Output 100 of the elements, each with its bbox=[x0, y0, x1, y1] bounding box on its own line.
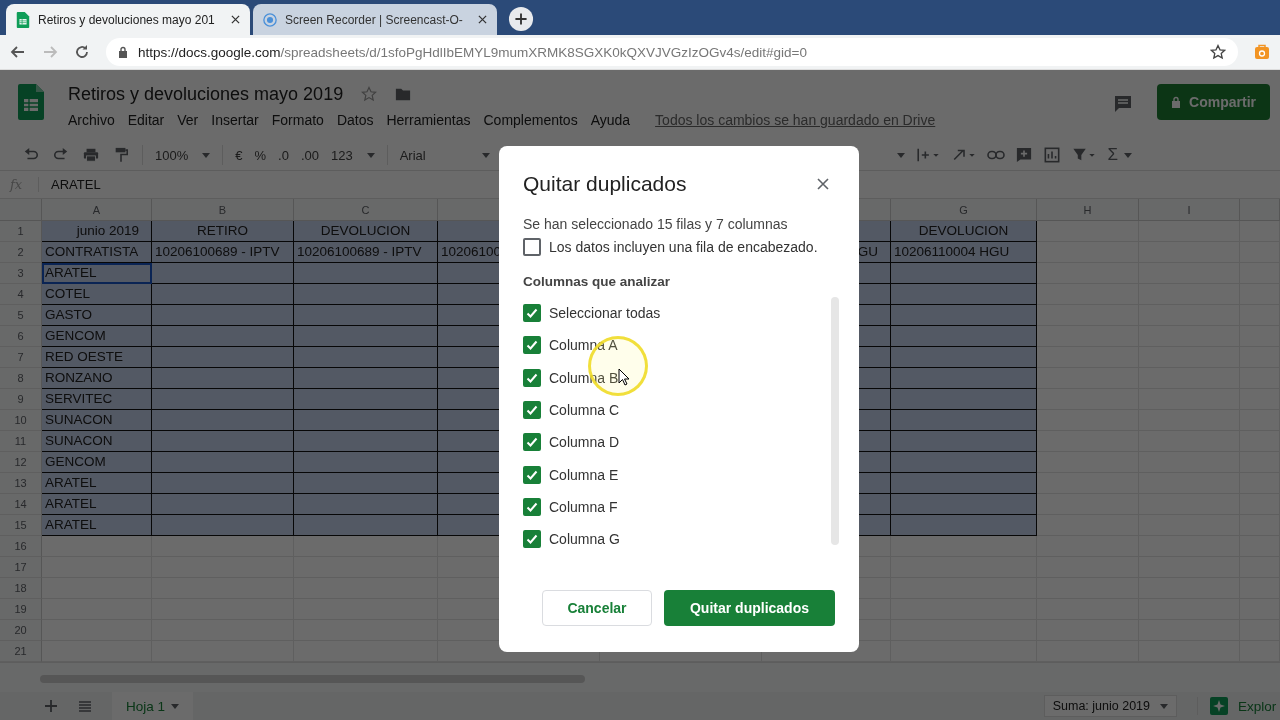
row-header[interactable]: 3 bbox=[0, 263, 42, 285]
extension-icon[interactable] bbox=[1254, 44, 1270, 60]
spreadsheet-logo[interactable] bbox=[18, 84, 44, 120]
scrollbar[interactable] bbox=[831, 297, 839, 545]
checkbox-label[interactable]: Columna C bbox=[549, 402, 620, 419]
table-cell: DEVOLUCION bbox=[891, 221, 1037, 243]
menu-item[interactable]: Insertar bbox=[211, 110, 263, 130]
checkbox-label[interactable]: Seleccionar todas bbox=[549, 305, 661, 322]
row-header[interactable]: 15 bbox=[0, 515, 42, 537]
checkbox-label[interactable]: Columna E bbox=[549, 466, 619, 483]
row-header[interactable]: 13 bbox=[0, 473, 42, 495]
row-header[interactable]: 8 bbox=[0, 368, 42, 390]
row-header[interactable]: 10 bbox=[0, 410, 42, 432]
sum-dropdown[interactable]: Suma: junio 2019 bbox=[1043, 695, 1177, 717]
toolbar-dropdown[interactable]: 123 bbox=[330, 147, 375, 163]
table-cell: SUNACON bbox=[42, 410, 152, 432]
chart-icon[interactable] bbox=[1043, 147, 1062, 163]
format-button[interactable]: .0 bbox=[278, 147, 289, 163]
column-header[interactable]: H bbox=[1037, 199, 1139, 222]
checkbox[interactable] bbox=[523, 497, 541, 516]
table-cell: ARATEL bbox=[42, 494, 152, 516]
format-button[interactable]: .00 bbox=[300, 147, 319, 163]
row-header[interactable]: 20 bbox=[0, 620, 42, 642]
selection-info: Se han seleccionado 15 filas y 7 columnas bbox=[523, 216, 788, 232]
row-header[interactable]: 4 bbox=[0, 284, 42, 306]
menu-item[interactable]: Formato bbox=[271, 110, 328, 130]
address-field[interactable]: https://docs.google.com/spreadsheets/d/1sfoPgHdlIbEMYL9mumXRMK8SGXK0kQXVJVGzIzOGv4s/edit#gid=0 bbox=[106, 38, 1238, 66]
browser-tab[interactable]: Retiros y devoluciones mayo 201 bbox=[6, 4, 250, 35]
document-title[interactable]: Retiros y devoluciones mayo 2019 bbox=[68, 83, 344, 105]
row-header[interactable]: 1 bbox=[0, 221, 42, 243]
row-header[interactable]: 11 bbox=[0, 431, 42, 453]
row-header[interactable]: 12 bbox=[0, 452, 42, 474]
print-icon[interactable] bbox=[82, 147, 100, 163]
share-button[interactable]: Compartir bbox=[1157, 84, 1270, 120]
back-icon[interactable] bbox=[10, 44, 26, 60]
column-header[interactable]: A bbox=[42, 199, 152, 222]
menu-item[interactable]: Herramientas bbox=[386, 110, 475, 130]
formula-field[interactable]: ARATEL bbox=[39, 177, 101, 193]
row-header[interactable]: 2 bbox=[0, 242, 42, 264]
table-cell: ARATEL bbox=[42, 473, 152, 495]
menu-item[interactable]: Ver bbox=[177, 110, 203, 130]
folder-icon[interactable] bbox=[395, 86, 412, 102]
browser-tab[interactable]: Screen Recorder | Screencast-O- bbox=[253, 4, 497, 35]
add-sheet-icon[interactable] bbox=[44, 699, 58, 713]
caret-icon[interactable] bbox=[897, 152, 906, 158]
sheet-list-icon[interactable] bbox=[78, 699, 92, 713]
cursor-icon bbox=[618, 368, 630, 386]
menu-item[interactable]: Ayuda bbox=[590, 110, 635, 130]
checkbox[interactable] bbox=[523, 368, 541, 387]
format-button[interactable]: € bbox=[235, 147, 243, 163]
add-comment-icon[interactable] bbox=[1015, 147, 1034, 163]
checkbox-label[interactable]: Columna D bbox=[549, 434, 620, 451]
format-button[interactable]: % bbox=[254, 147, 267, 163]
cancel-button[interactable]: Cancelar bbox=[542, 590, 652, 627]
column-header[interactable]: G bbox=[891, 199, 1037, 222]
functions-button[interactable]: Σ bbox=[1107, 145, 1132, 165]
checkbox-label[interactable]: Columna F bbox=[549, 498, 618, 515]
forward-icon[interactable] bbox=[42, 44, 58, 60]
row-header[interactable]: 18 bbox=[0, 578, 42, 600]
table-cell: 10206100689 - IPTV bbox=[294, 242, 438, 264]
menu-item[interactable]: Complementos bbox=[483, 110, 582, 130]
new-tab-icon[interactable] bbox=[508, 6, 534, 32]
row-header[interactable]: 19 bbox=[0, 599, 42, 621]
remove-duplicates-button[interactable]: Quitar duplicados bbox=[664, 590, 835, 627]
column-header[interactable]: B bbox=[152, 199, 294, 222]
checkbox[interactable] bbox=[523, 433, 541, 452]
row-header[interactable]: 7 bbox=[0, 347, 42, 369]
comment-icon[interactable] bbox=[1113, 94, 1134, 114]
row-header[interactable]: 6 bbox=[0, 326, 42, 348]
row-header[interactable]: 5 bbox=[0, 305, 42, 327]
sheet-tab[interactable]: Hoja 1 bbox=[112, 692, 194, 720]
checkbox[interactable] bbox=[523, 304, 541, 323]
star-icon[interactable] bbox=[361, 86, 378, 102]
row-header[interactable]: 21 bbox=[0, 641, 42, 663]
checkbox-label[interactable]: Columna G bbox=[549, 531, 620, 548]
close-icon[interactable] bbox=[817, 178, 829, 190]
menu-item[interactable]: Editar bbox=[127, 110, 169, 130]
close-icon[interactable] bbox=[478, 15, 487, 24]
checkbox[interactable] bbox=[523, 465, 541, 484]
font-dropdown[interactable]: Arial bbox=[399, 147, 490, 163]
row-header[interactable]: 17 bbox=[0, 557, 42, 579]
checkbox[interactable] bbox=[523, 401, 541, 420]
menu-item[interactable]: Archivo bbox=[68, 110, 119, 130]
save-status-link[interactable]: Todos los cambios se han guardado en Drive bbox=[655, 112, 936, 128]
menu-item[interactable]: Datos bbox=[336, 110, 378, 130]
reload-icon[interactable] bbox=[74, 44, 90, 60]
table-cell: GASTO bbox=[42, 305, 152, 327]
explore-button[interactable]: Explor bbox=[1197, 697, 1280, 715]
toolbar-dropdown[interactable]: 100% bbox=[155, 147, 211, 163]
column-header[interactable]: C bbox=[294, 199, 438, 222]
checkbox[interactable] bbox=[523, 336, 541, 355]
star-icon[interactable] bbox=[1210, 44, 1226, 60]
close-icon[interactable] bbox=[231, 15, 240, 24]
checkbox[interactable] bbox=[523, 530, 541, 549]
table-cell: RONZANO bbox=[42, 368, 152, 390]
row-header[interactable]: 16 bbox=[0, 536, 42, 558]
table-cell: DEVOLUCION bbox=[294, 221, 438, 243]
row-header[interactable]: 9 bbox=[0, 389, 42, 411]
row-header[interactable]: 14 bbox=[0, 494, 42, 516]
checkbox[interactable] bbox=[523, 238, 541, 256]
